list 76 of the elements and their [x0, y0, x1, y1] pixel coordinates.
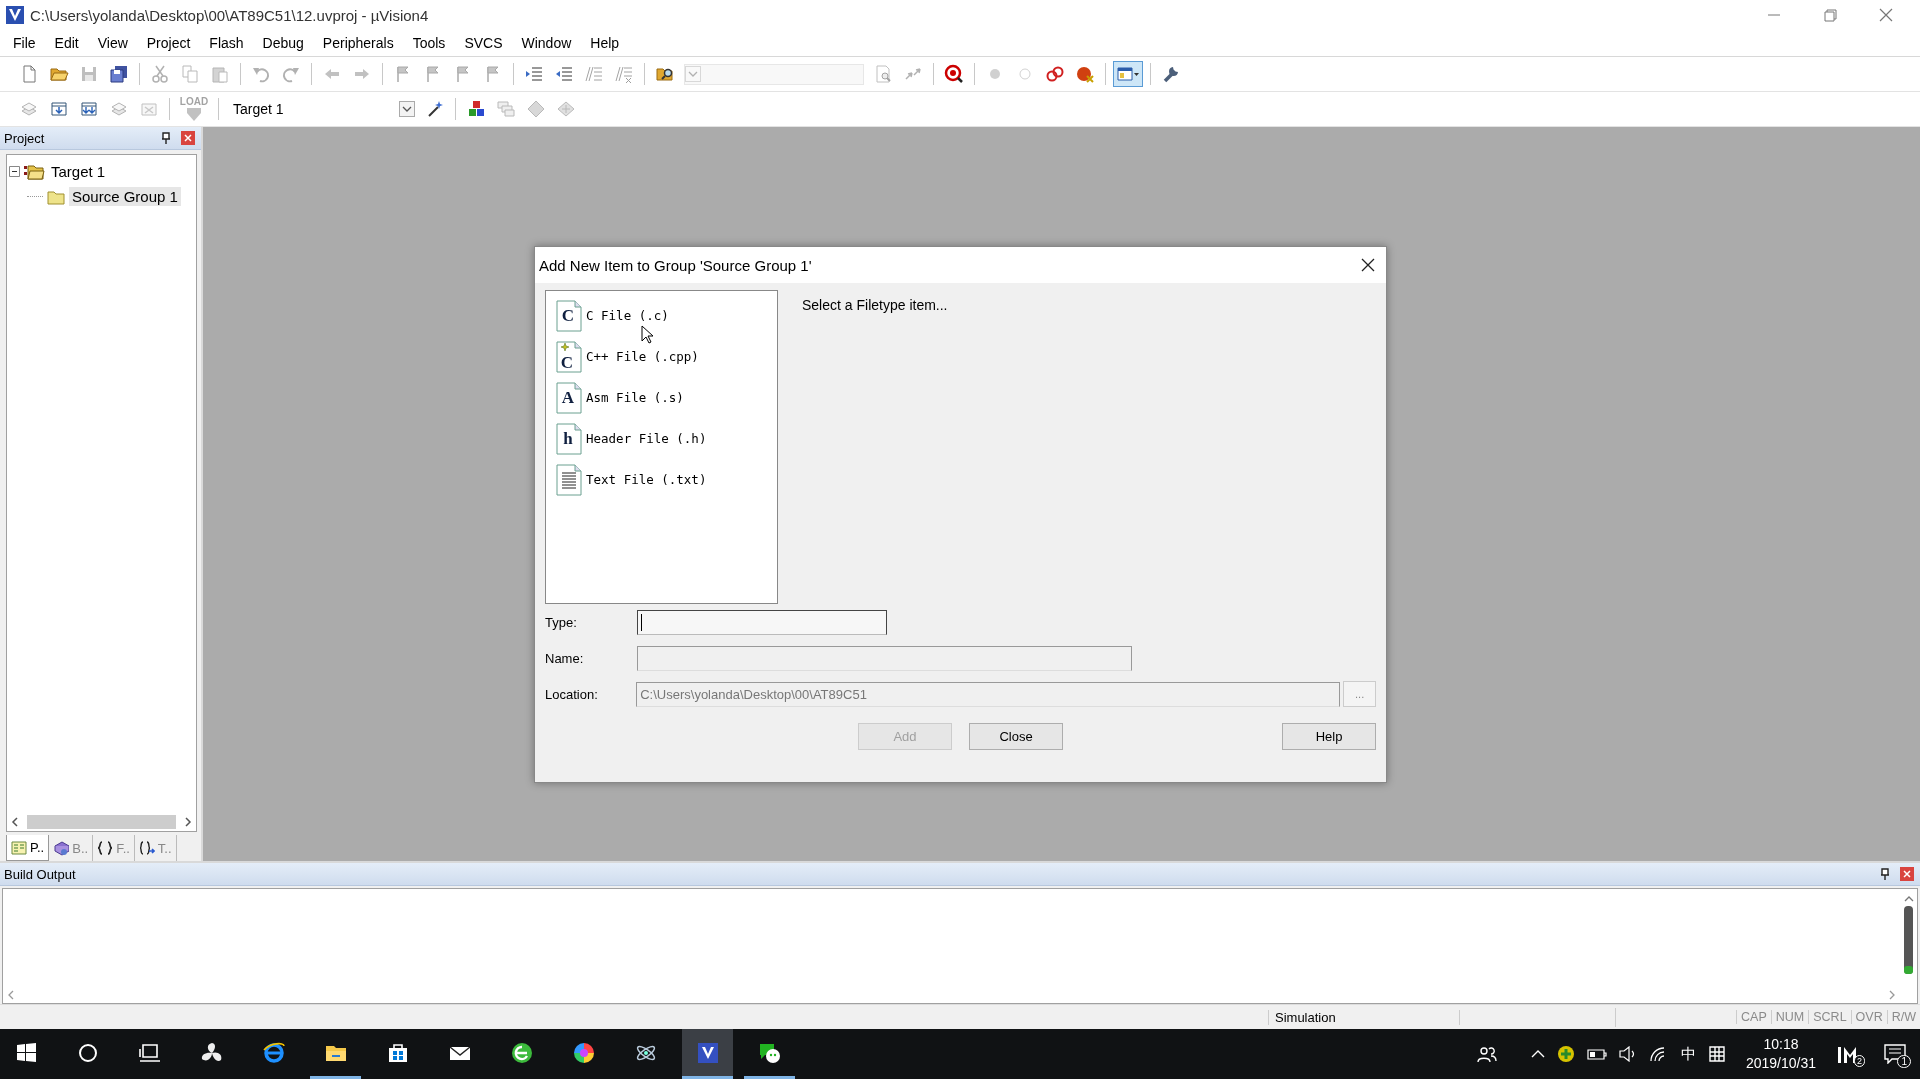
field-label: Type:	[545, 614, 578, 630]
functions-tab-icon	[97, 840, 114, 856]
window-icon[interactable]	[1114, 62, 1142, 86]
text-field[interactable]	[637, 645, 1132, 671]
menu-item[interactable]: Debug	[252, 33, 313, 53]
file-type-item[interactable]: A Asm File (.s)	[556, 377, 688, 418]
key-indicator: R/W	[1886, 1010, 1920, 1024]
app-logo-icon	[6, 6, 24, 24]
file-icon: C	[556, 340, 582, 373]
keyboard-grid-icon[interactable]	[1707, 1045, 1726, 1063]
text-field[interactable]	[637, 609, 887, 635]
color-wheel-icon	[571, 1040, 596, 1065]
close-icon[interactable]	[1360, 257, 1376, 273]
menu-item[interactable]: Window	[511, 33, 581, 53]
debug-mode-status: Simulation	[1268, 1009, 1460, 1025]
dialog-title: Add New Item to Group 'Source Group 1'	[539, 256, 813, 274]
clock-time: 10:18	[1763, 1035, 1799, 1054]
key-indicator: CAP	[1736, 1010, 1771, 1024]
target-folder-icon	[23, 162, 45, 181]
tree-item[interactable]: Source Group 1	[69, 187, 181, 206]
project-tab-icon	[11, 839, 27, 856]
app-logo-icon	[695, 1040, 720, 1065]
battery-icon[interactable]	[1586, 1047, 1607, 1061]
scroll-up-icon[interactable]	[1903, 895, 1914, 902]
notification-badge: 1	[1897, 1055, 1911, 1068]
collapse-icon[interactable]	[9, 166, 20, 177]
file-icon: A	[556, 381, 582, 414]
pin-icon[interactable]	[1880, 868, 1890, 880]
field-label: Name:	[545, 650, 585, 666]
menu-item[interactable]: Tools	[402, 33, 455, 53]
file-type-item[interactable]: Text File (.txt)	[556, 459, 711, 500]
menu-item[interactable]: SVCS	[454, 33, 512, 53]
pin-icon[interactable]	[161, 132, 171, 144]
field-label: Location:	[545, 686, 599, 702]
key-indicator: SCRL	[1808, 1010, 1851, 1024]
panel-title: Project	[4, 130, 46, 146]
menu-item[interactable]: File	[3, 33, 45, 53]
browser-icon	[261, 1040, 286, 1065]
menu-item[interactable]: Help	[580, 33, 629, 53]
panel-title: Build Output	[4, 866, 77, 882]
description-text: Select a Filetype item...	[802, 297, 948, 313]
file-icon: h	[556, 422, 582, 455]
file-type-item[interactable]: h Header File (.h)	[556, 418, 711, 459]
scroll-right-icon[interactable]	[184, 817, 192, 827]
people-icon[interactable]	[1476, 1044, 1497, 1064]
menu-item[interactable]: Flash	[199, 33, 253, 53]
menu-item[interactable]: Project	[136, 33, 200, 53]
close-button[interactable]: Close	[969, 723, 1063, 750]
horizontal-scrollbar[interactable]	[6, 813, 197, 832]
globe-icon	[509, 1040, 534, 1065]
menu-item[interactable]: Peripherals	[312, 33, 403, 53]
panel-tab[interactable]: P..	[6, 835, 50, 861]
chevron-up-icon[interactable]	[1530, 1049, 1545, 1059]
templates-tab-icon	[138, 840, 155, 856]
books-tab-icon	[53, 840, 70, 856]
clock-date: 2019/10/31	[1745, 1054, 1816, 1073]
input-method-indicator[interactable]: 中	[1680, 1044, 1696, 1064]
file-type-item[interactable]: C C File (.c)	[556, 295, 673, 336]
plus-circle-icon[interactable]	[1556, 1045, 1575, 1063]
key-indicator: NUM	[1770, 1010, 1809, 1024]
text-field[interactable]: C:\Users\yolanda\Desktop\00\AT89C51	[636, 681, 1341, 707]
key-indicator: OVR	[1850, 1010, 1887, 1024]
file-icon	[556, 463, 582, 496]
mouse-pointer-icon	[641, 325, 653, 344]
volume-icon[interactable]	[1618, 1046, 1637, 1062]
file-icon: C	[556, 299, 582, 332]
scrollbar-thumb[interactable]	[1904, 906, 1913, 974]
menu-item[interactable]: Edit	[44, 33, 88, 53]
action-center-icon[interactable]	[1884, 1044, 1906, 1064]
help-button[interactable]: Help	[1282, 723, 1376, 750]
file-type-item[interactable]: C C++ File (.cpp)	[556, 336, 703, 377]
menu-item[interactable]: View	[87, 33, 137, 53]
scroll-left-icon[interactable]	[11, 817, 19, 827]
clock[interactable]: 10:18 2019/10/31	[1745, 1035, 1816, 1073]
tree-item[interactable]: Target 1	[48, 162, 109, 181]
window-title: C:\Users\yolanda\Desktop\00\AT89C51\12.uvproj - µVision4	[30, 6, 430, 24]
